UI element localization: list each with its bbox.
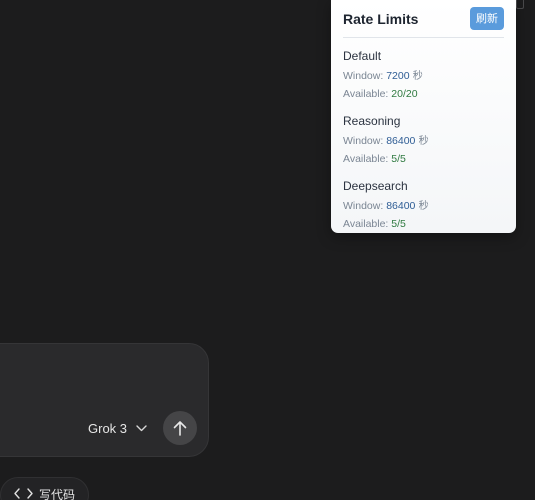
rate-limit-group-name: Default xyxy=(343,49,382,63)
send-button[interactable] xyxy=(163,411,197,445)
model-selector-label: Grok 3 xyxy=(88,420,128,436)
window-label: Window: xyxy=(343,135,387,147)
app-window: Rate Limits 刷新 Default Window: 7200 秒 Av… xyxy=(0,0,535,500)
write-code-button[interactable]: 写代码 xyxy=(0,477,89,500)
rate-limits-panel: Rate Limits 刷新 Default Window: 7200 秒 Av… xyxy=(331,0,516,233)
arrow-up-icon xyxy=(173,421,187,436)
rate-limit-window: Window: 86400 秒 xyxy=(343,132,504,150)
model-selector[interactable]: Grok 3 xyxy=(88,418,147,438)
rate-limit-group-name: Deepsearch xyxy=(343,179,408,193)
window-unit: 秒 xyxy=(409,71,423,82)
window-value: 7200 xyxy=(386,70,410,82)
rate-limit-window: Window: 86400 秒 xyxy=(343,197,504,215)
code-icon xyxy=(14,488,33,499)
available-value: 5/5 xyxy=(391,218,406,230)
rate-limit-group-name: Reasoning xyxy=(343,114,401,128)
rate-limit-available: Available: 20/20 xyxy=(343,85,504,103)
available-label: Available: xyxy=(343,218,392,230)
rate-limits-header: Rate Limits 刷新 xyxy=(343,0,504,38)
window-label: Window: xyxy=(343,200,387,212)
window-label: Window: xyxy=(343,70,387,82)
available-value: 5/5 xyxy=(391,153,406,165)
available-label: Available: xyxy=(343,88,392,100)
rate-limit-window: Window: 7200 秒 xyxy=(343,67,504,85)
rate-limit-group-default: Default Window: 7200 秒 Available: 20/20 xyxy=(343,48,504,103)
rate-limit-group-deepsearch: Deepsearch Window: 86400 秒 Available: 5/… xyxy=(343,178,504,233)
rate-limit-available: Available: 5/5 xyxy=(343,215,504,233)
window-value: 86400 xyxy=(386,135,416,147)
chevron-down-icon xyxy=(136,424,147,431)
write-code-label: 写代码 xyxy=(39,488,76,500)
window-unit: 秒 xyxy=(415,201,429,212)
rate-limit-group-reasoning: Reasoning Window: 86400 秒 Available: 5/5 xyxy=(343,113,504,168)
chat-composer[interactable]: Grok 3 xyxy=(0,343,209,457)
rate-limit-available: Available: 5/5 xyxy=(343,150,504,168)
window-unit: 秒 xyxy=(415,136,429,147)
window-corner-icon xyxy=(516,0,524,9)
refresh-button[interactable]: 刷新 xyxy=(470,7,504,30)
rate-limits-title: Rate Limits xyxy=(343,10,419,27)
available-label: Available: xyxy=(343,153,392,165)
available-value: 20/20 xyxy=(391,88,418,100)
window-value: 86400 xyxy=(386,200,416,212)
